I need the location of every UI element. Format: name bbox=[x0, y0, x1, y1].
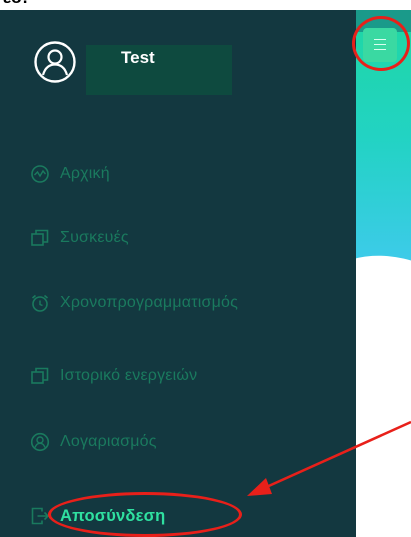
nav-item-schedule[interactable]: Χρονοπρογραμματισμός bbox=[30, 289, 238, 317]
annotation-circle-menu bbox=[352, 16, 410, 71]
white-swoosh-shape bbox=[356, 234, 411, 396]
nav-label-devices: Συσκευές bbox=[60, 229, 129, 246]
nav-item-account[interactable]: Λογαριασμός bbox=[30, 428, 157, 456]
copy-icon bbox=[31, 367, 49, 384]
annotation-circle-logout bbox=[48, 492, 242, 537]
alarm-clock-icon bbox=[31, 294, 49, 312]
nav-item-history[interactable]: Ιστορικό ενεργειών bbox=[30, 362, 197, 390]
nav-label-account: Λογαριασμός bbox=[60, 433, 157, 450]
nav-label-history: Ιστορικό ενεργειών bbox=[60, 367, 198, 384]
profile-name-bar bbox=[86, 45, 232, 95]
nav-label-home: Αρχική bbox=[60, 165, 110, 182]
pulse-icon bbox=[31, 165, 49, 183]
nav-item-devices[interactable]: Συσκευές bbox=[30, 224, 129, 252]
main-content-area bbox=[356, 10, 411, 537]
user-avatar-icon[interactable] bbox=[33, 40, 77, 84]
sign-out-icon bbox=[31, 507, 50, 525]
nav-item-home[interactable]: Αρχική bbox=[30, 160, 110, 188]
user-icon bbox=[30, 432, 50, 452]
nav-label-schedule: Χρονοπρογραμματισμός bbox=[60, 294, 238, 311]
copy-icon bbox=[31, 229, 49, 246]
profile-name: Test bbox=[121, 48, 155, 67]
